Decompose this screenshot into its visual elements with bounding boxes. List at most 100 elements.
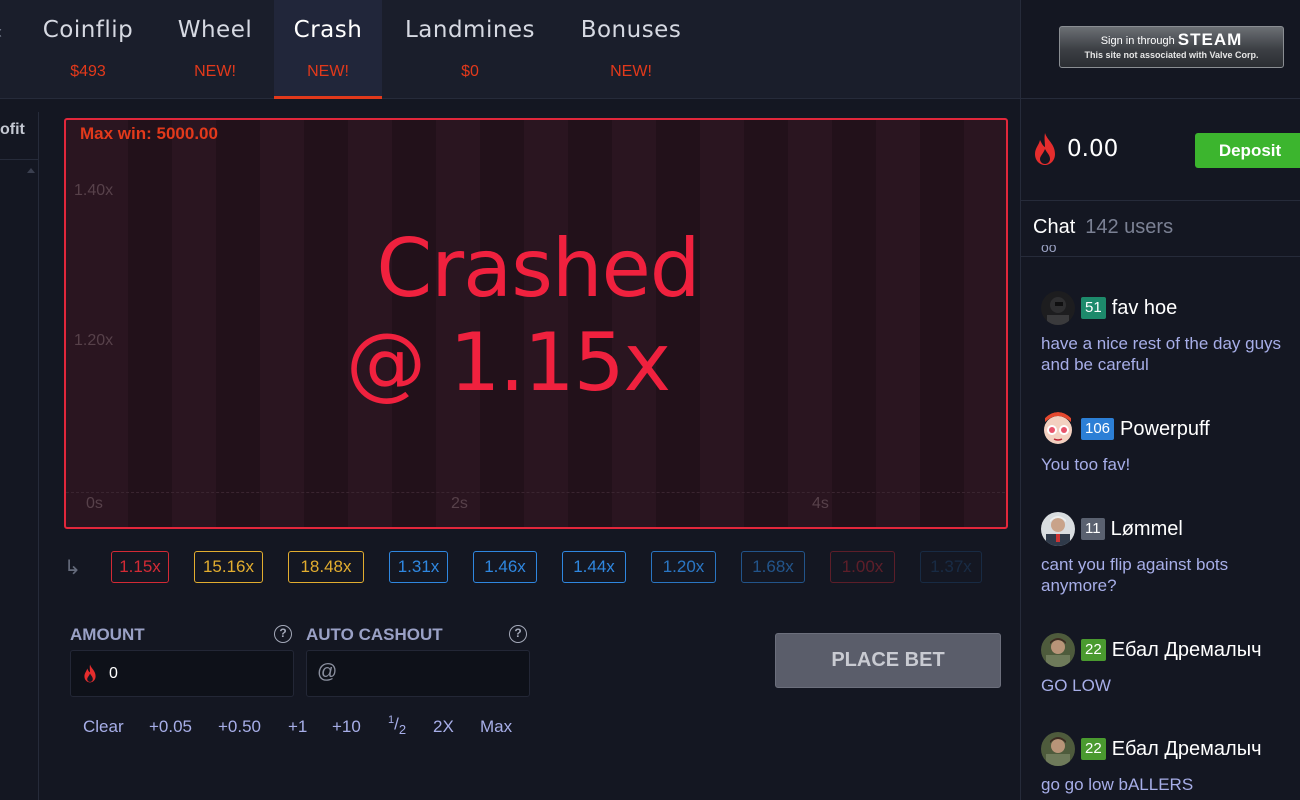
avatar[interactable]: [1041, 412, 1075, 446]
chat-scroll-fragment: oo: [1041, 245, 1057, 255]
avatar[interactable]: [1041, 291, 1075, 325]
flame-icon: [1035, 133, 1055, 165]
avatar[interactable]: [1041, 633, 1075, 667]
history-chip[interactable]: 1.44x: [562, 551, 626, 583]
left-panel-label: ofit: [0, 121, 25, 138]
tab-label: Coinflip: [42, 17, 134, 43]
tab-sub: NEW!: [194, 63, 236, 80]
half-denominator: 2: [398, 722, 407, 738]
clear-button[interactable]: Clear: [83, 717, 124, 737]
tab-label: Crash: [293, 17, 363, 43]
history-chip[interactable]: 1.00x: [830, 551, 895, 583]
divider: [1021, 256, 1300, 257]
history-chip[interactable]: 1.46x: [473, 551, 537, 583]
history-arrow-icon: ↳: [64, 557, 81, 579]
chat-user-row: 51 fav hoe: [1041, 290, 1296, 326]
avatar[interactable]: [1041, 732, 1075, 766]
add-1-button[interactable]: +1: [288, 717, 307, 737]
history-chip[interactable]: 1.15x: [111, 551, 169, 583]
crashed-message: Crashed @ 1.15x: [66, 222, 1006, 410]
chat-username[interactable]: Ебал Дремалыч: [1112, 639, 1262, 662]
chat-message: 22 Ебал Дремалыч go go low bALLERS: [1041, 731, 1296, 795]
chat-message-text: cant you flip against bots anymore?: [1041, 555, 1229, 595]
tab-label: Landmines: [404, 17, 536, 43]
amount-help-icon[interactable]: ?: [274, 625, 292, 643]
scroll-up-icon[interactable]: [27, 168, 35, 173]
tab-label: Wheel: [177, 17, 253, 43]
top-nav: ‹ Coinflip $493 Wheel NEW! Crash NEW! La…: [0, 0, 1020, 99]
divider: [1021, 200, 1300, 201]
half-button[interactable]: 1/2: [388, 714, 406, 737]
balance-value: 0.00: [1067, 136, 1119, 162]
history-chip[interactable]: 15.16x: [194, 551, 263, 583]
chat-username[interactable]: fav hoe: [1112, 297, 1178, 320]
steam-sign-in-button[interactable]: Sign in through STEAM This site not asso…: [1059, 26, 1284, 68]
steam-prefix: Sign in through: [1100, 35, 1175, 47]
auto-cashout-label: AUTO CASHOUT: [306, 625, 443, 644]
y-tick-label: 1.40x: [74, 182, 114, 199]
max-button[interactable]: Max: [480, 717, 512, 737]
chat-message: 106 Powerpuff You too fav!: [1041, 411, 1296, 475]
flame-icon: [84, 664, 96, 683]
amount-field[interactable]: [70, 650, 294, 697]
add-0.50-button[interactable]: +0.50: [218, 717, 261, 737]
left-side-panel: ofit: [0, 99, 39, 800]
chat-title: Chat: [1033, 216, 1076, 238]
place-bet-button[interactable]: PLACE BET: [775, 633, 1001, 688]
chat-message: 11 Lømmel cant you flip against bots any…: [1041, 511, 1296, 596]
x-tick-label: 0s: [86, 495, 103, 512]
level-badge: 51: [1081, 297, 1106, 319]
max-win-label: Max win: 5000.00: [80, 124, 218, 143]
history-chip[interactable]: 1.68x: [741, 551, 805, 583]
chat-message-text: You too fav!: [1041, 455, 1131, 474]
steam-line1: Sign in through STEAM: [1060, 30, 1283, 50]
chat-header: Chat 142 users: [1033, 216, 1173, 239]
tab-sub: $0: [461, 63, 479, 80]
tab-wheel[interactable]: Wheel NEW!: [160, 0, 270, 99]
chat-message-text: have a nice rest of the day guys and be …: [1041, 334, 1282, 374]
add-0.05-button[interactable]: +0.05: [149, 717, 192, 737]
chat-user-row: 22 Ебал Дремалыч: [1041, 632, 1296, 668]
history-chip[interactable]: 1.31x: [389, 551, 448, 583]
auto-cashout-help-icon[interactable]: ?: [509, 625, 527, 643]
steam-brand: STEAM: [1177, 30, 1243, 49]
amount-input[interactable]: [109, 651, 289, 696]
chat-user-row: 106 Powerpuff: [1041, 411, 1296, 447]
auto-cashout-input[interactable]: [343, 651, 523, 696]
right-sidebar: Sign in through STEAM This site not asso…: [1020, 0, 1300, 800]
avatar[interactable]: [1041, 512, 1075, 546]
tab-sub: NEW!: [307, 63, 349, 80]
tab-sub: $493: [70, 63, 106, 80]
deposit-button[interactable]: Deposit: [1195, 133, 1300, 168]
level-badge: 22: [1081, 639, 1106, 661]
chat-username[interactable]: Powerpuff: [1120, 418, 1210, 441]
chat-user-row: 11 Lømmel: [1041, 511, 1296, 547]
level-badge: 106: [1081, 418, 1115, 440]
left-panel-column: [0, 160, 39, 800]
history-chip[interactable]: 1.20x: [651, 551, 716, 583]
history-chip[interactable]: 1.37x: [920, 551, 982, 583]
chat-user-row: 22 Ебал Дремалыч: [1041, 731, 1296, 767]
level-badge: 22: [1081, 738, 1106, 760]
tab-coinflip[interactable]: Coinflip $493: [23, 0, 153, 99]
double-button[interactable]: 2X: [433, 717, 454, 737]
tab-bonuses[interactable]: Bonuses NEW!: [562, 0, 700, 99]
balance-row: 0.00 Deposit: [1021, 130, 1300, 170]
crashed-line1: Crashed: [376, 222, 700, 315]
tab-landmines[interactable]: Landmines $0: [388, 0, 552, 99]
add-10-button[interactable]: +10: [332, 717, 361, 737]
cashout-at-prefix: @: [317, 661, 338, 683]
crashed-multiplier: @ 1.15x: [346, 316, 671, 409]
steam-login-area: Sign in through STEAM This site not asso…: [1021, 0, 1300, 99]
chat-username[interactable]: Lømmel: [1111, 518, 1183, 541]
chat-username[interactable]: Ебал Дремалыч: [1112, 738, 1262, 761]
x-tick-label: 4s: [812, 495, 829, 512]
x-axis-gridline: [66, 492, 1006, 493]
history-chip[interactable]: 18.48x: [288, 551, 364, 583]
nav-left-arrow-icon[interactable]: ‹: [0, 22, 2, 43]
auto-cashout-field[interactable]: @: [306, 650, 530, 697]
steam-disclaimer: This site not associated with Valve Corp…: [1084, 50, 1259, 60]
tab-crash[interactable]: Crash NEW!: [274, 0, 382, 99]
chat-user-count: 142 users: [1085, 216, 1174, 238]
x-tick-label: 2s: [451, 495, 468, 512]
